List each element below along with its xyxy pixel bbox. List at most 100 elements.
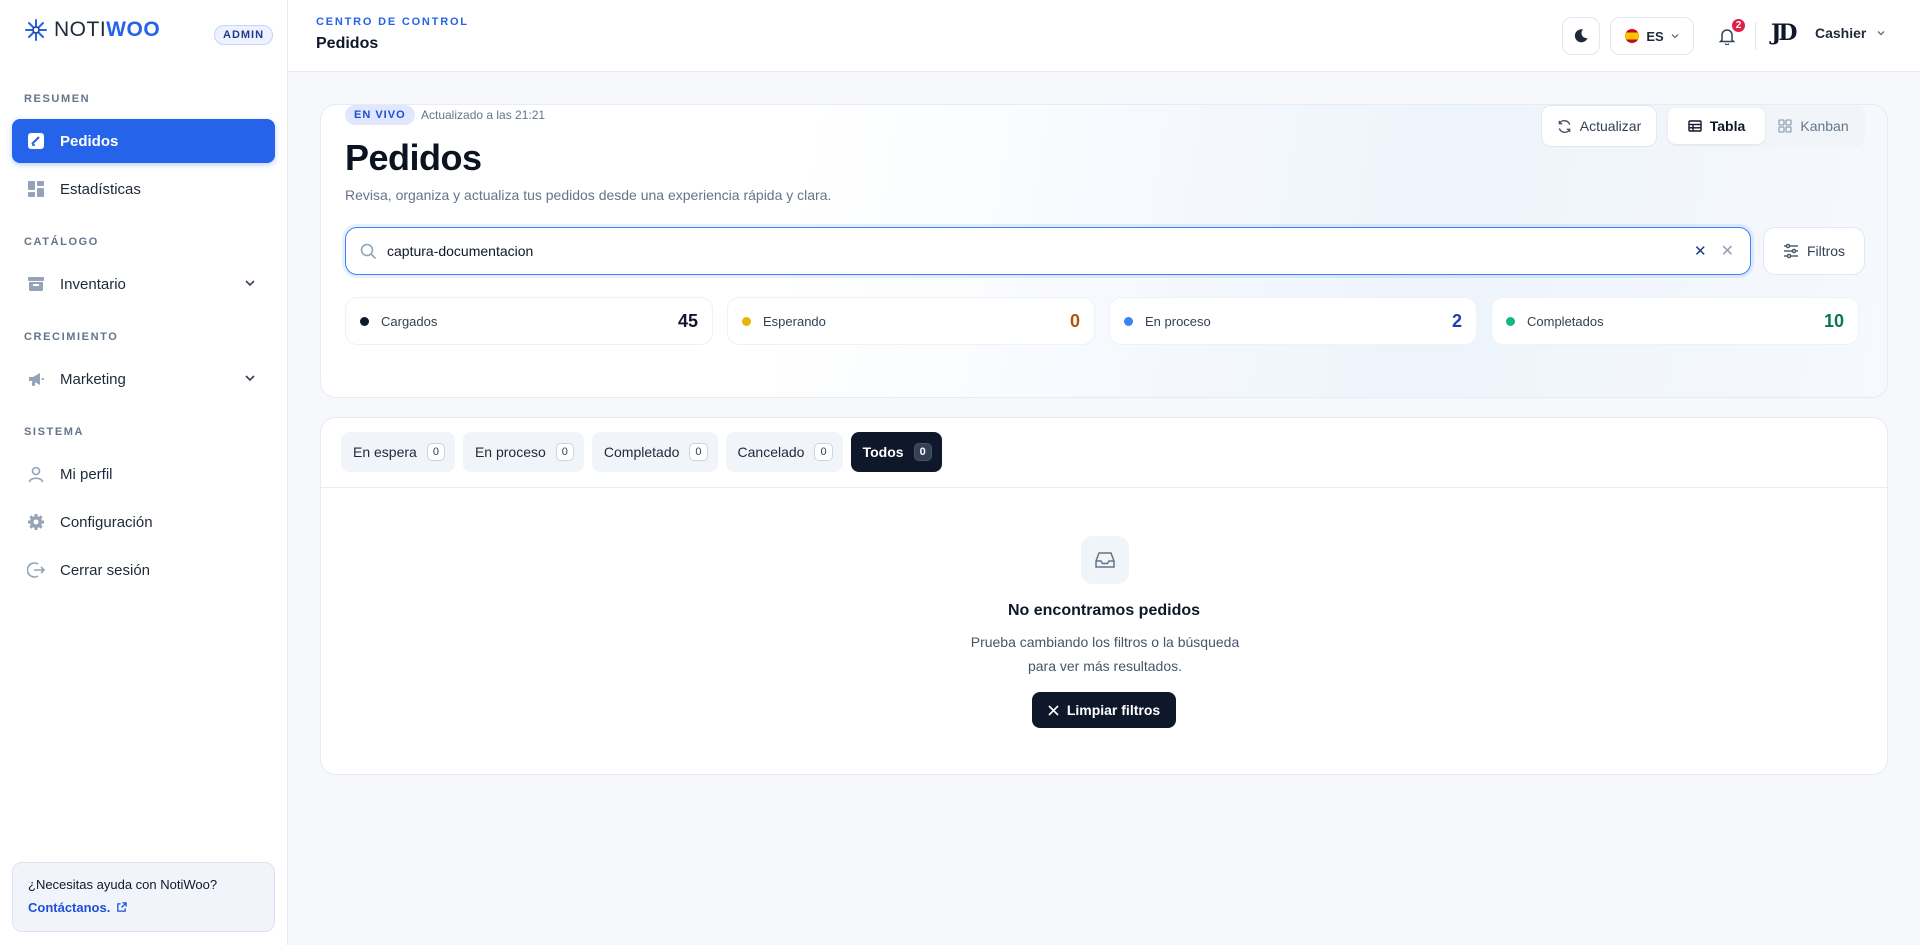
role-badge: ADMIN xyxy=(214,25,274,45)
header-divider xyxy=(1755,22,1756,50)
tab-count: 0 xyxy=(814,443,833,461)
divider xyxy=(321,487,1887,488)
search-icon xyxy=(360,243,377,259)
top-header: CENTRO DE CONTROL Pedidos ES 2 JD Cashie… xyxy=(288,0,1920,72)
close-icon[interactable]: ✕ xyxy=(1721,241,1734,261)
logo-icon xyxy=(25,19,47,41)
logout-icon xyxy=(26,560,46,580)
sliders-icon xyxy=(1783,243,1798,259)
status-dot xyxy=(1124,316,1133,326)
language-code: ES xyxy=(1646,28,1664,44)
live-badge: EN VIVO xyxy=(345,105,415,125)
search-box: ✕ ✕ xyxy=(345,227,1751,275)
table-icon xyxy=(1688,120,1702,132)
view-toggle: Tabla Kanban xyxy=(1665,105,1865,147)
sidebar-item-label: Mi perfil xyxy=(60,465,113,483)
tab-label: En proceso xyxy=(474,444,546,460)
theme-toggle-button[interactable] xyxy=(1562,17,1600,55)
stat-value: 2 xyxy=(1451,310,1462,331)
view-table-label: Tabla xyxy=(1709,118,1746,134)
refresh-button[interactable]: Actualizar xyxy=(1541,105,1657,147)
stat-value: 0 xyxy=(1069,310,1080,331)
language-select[interactable]: ES xyxy=(1610,17,1694,55)
refresh-icon xyxy=(1558,119,1571,133)
section-label-crecimiento: CRECIMIENTO xyxy=(24,331,119,343)
dashboard-icon xyxy=(26,179,46,199)
chevron-down-icon xyxy=(245,280,255,287)
clear-search-icon[interactable]: ✕ xyxy=(1694,242,1707,260)
orders-panel: En espera 0 En proceso 0 Completado 0 Ca… xyxy=(320,417,1888,775)
spain-flag-icon xyxy=(1625,29,1640,43)
sidebar-item-estadisticas[interactable]: Estadísticas xyxy=(12,167,275,211)
stat-completados: Completados 10 xyxy=(1491,297,1859,345)
status-dot xyxy=(742,316,751,326)
view-kanban-label: Kanban xyxy=(1800,118,1849,134)
tab-count: 0 xyxy=(555,443,574,461)
status-dot xyxy=(1506,316,1515,326)
status-dot xyxy=(360,316,369,326)
sidebar-item-label: Cerrar sesión xyxy=(60,561,151,579)
empty-state-title: No encontramos pedidos xyxy=(1007,602,1201,619)
tab-todos[interactable]: Todos 0 xyxy=(850,432,942,472)
header-kicker: CENTRO DE CONTROL xyxy=(316,16,469,28)
inbox-icon xyxy=(1081,536,1129,584)
tab-cancelado[interactable]: Cancelado 0 xyxy=(725,432,843,472)
notifications-button[interactable]: 2 xyxy=(1708,17,1747,55)
user-icon xyxy=(26,464,46,484)
sidebar-item-configuracion[interactable]: Configuración xyxy=(12,500,275,544)
user-menu[interactable]: JD Cashier xyxy=(1771,20,1886,46)
contact-link-label: Contáctanos. xyxy=(28,900,111,915)
tab-label: Todos xyxy=(862,444,904,460)
stat-cargados: Cargados 45 xyxy=(345,297,713,345)
page-subtitle: Revisa, organiza y actualiza tus pedidos… xyxy=(345,187,832,203)
sidebar-item-label: Marketing xyxy=(60,370,126,388)
orders-icon xyxy=(26,131,46,151)
section-label-catalogo: CATÁLOGO xyxy=(24,236,99,248)
megaphone-icon xyxy=(26,369,46,389)
stat-label: Esperando xyxy=(763,313,826,329)
brand-logo[interactable]: NOTIWOO xyxy=(24,18,160,42)
tab-count: 0 xyxy=(426,443,445,461)
sidebar-item-inventario[interactable]: Inventario xyxy=(12,262,275,306)
chevron-down-icon xyxy=(245,375,255,382)
sidebar: NOTIWOO ADMIN RESUMEN Pedidos Estadístic… xyxy=(0,0,288,945)
stat-esperando: Esperando 0 xyxy=(727,297,1095,345)
header-title: Pedidos xyxy=(316,35,379,52)
stat-value: 45 xyxy=(677,310,698,331)
tab-en-proceso[interactable]: En proceso 0 xyxy=(462,432,584,472)
sidebar-item-label: Estadísticas xyxy=(60,180,141,198)
chevron-down-icon xyxy=(1671,34,1679,39)
sidebar-item-label: Inventario xyxy=(60,275,126,293)
tab-label: En espera xyxy=(353,444,417,460)
section-label-sistema: SISTEMA xyxy=(24,426,85,438)
tab-en-espera[interactable]: En espera 0 xyxy=(341,432,455,472)
view-kanban-button[interactable]: Kanban xyxy=(1765,108,1862,144)
filters-label: Filtros xyxy=(1806,243,1846,259)
brand-name: NOTIWOO xyxy=(54,18,161,41)
contact-link[interactable]: Contáctanos. xyxy=(28,900,259,915)
avatar: JD xyxy=(1771,20,1798,46)
sidebar-item-cerrar-sesion[interactable]: Cerrar sesión xyxy=(12,548,275,592)
search-input[interactable] xyxy=(387,243,1695,259)
stat-label: En proceso xyxy=(1145,313,1211,329)
tab-label: Completado xyxy=(603,444,680,460)
status-tabs: En espera 0 En proceso 0 Completado 0 Ca… xyxy=(341,432,942,472)
close-icon xyxy=(1048,704,1059,716)
filters-button[interactable]: Filtros xyxy=(1763,227,1865,275)
orders-summary-panel: EN VIVO Actualizado a las 21:21 Pedidos … xyxy=(320,104,1888,398)
external-link-icon xyxy=(117,902,128,912)
archive-icon xyxy=(26,274,46,294)
clear-filters-label: Limpiar filtros xyxy=(1066,702,1161,718)
sidebar-item-marketing[interactable]: Marketing xyxy=(12,357,275,401)
clear-filters-button[interactable]: Limpiar filtros xyxy=(1032,692,1176,728)
grid-icon xyxy=(1778,119,1793,133)
stat-value: 10 xyxy=(1823,310,1844,331)
sidebar-item-pedidos[interactable]: Pedidos xyxy=(12,119,275,163)
sidebar-item-perfil[interactable]: Mi perfil xyxy=(12,452,275,496)
view-table-button[interactable]: Tabla xyxy=(1668,108,1765,144)
tab-completado[interactable]: Completado 0 xyxy=(591,432,718,472)
notifications-badge: 2 xyxy=(1730,17,1747,34)
tab-count: 0 xyxy=(689,443,708,461)
page-title: Pedidos xyxy=(345,137,482,178)
gear-icon xyxy=(26,512,46,532)
